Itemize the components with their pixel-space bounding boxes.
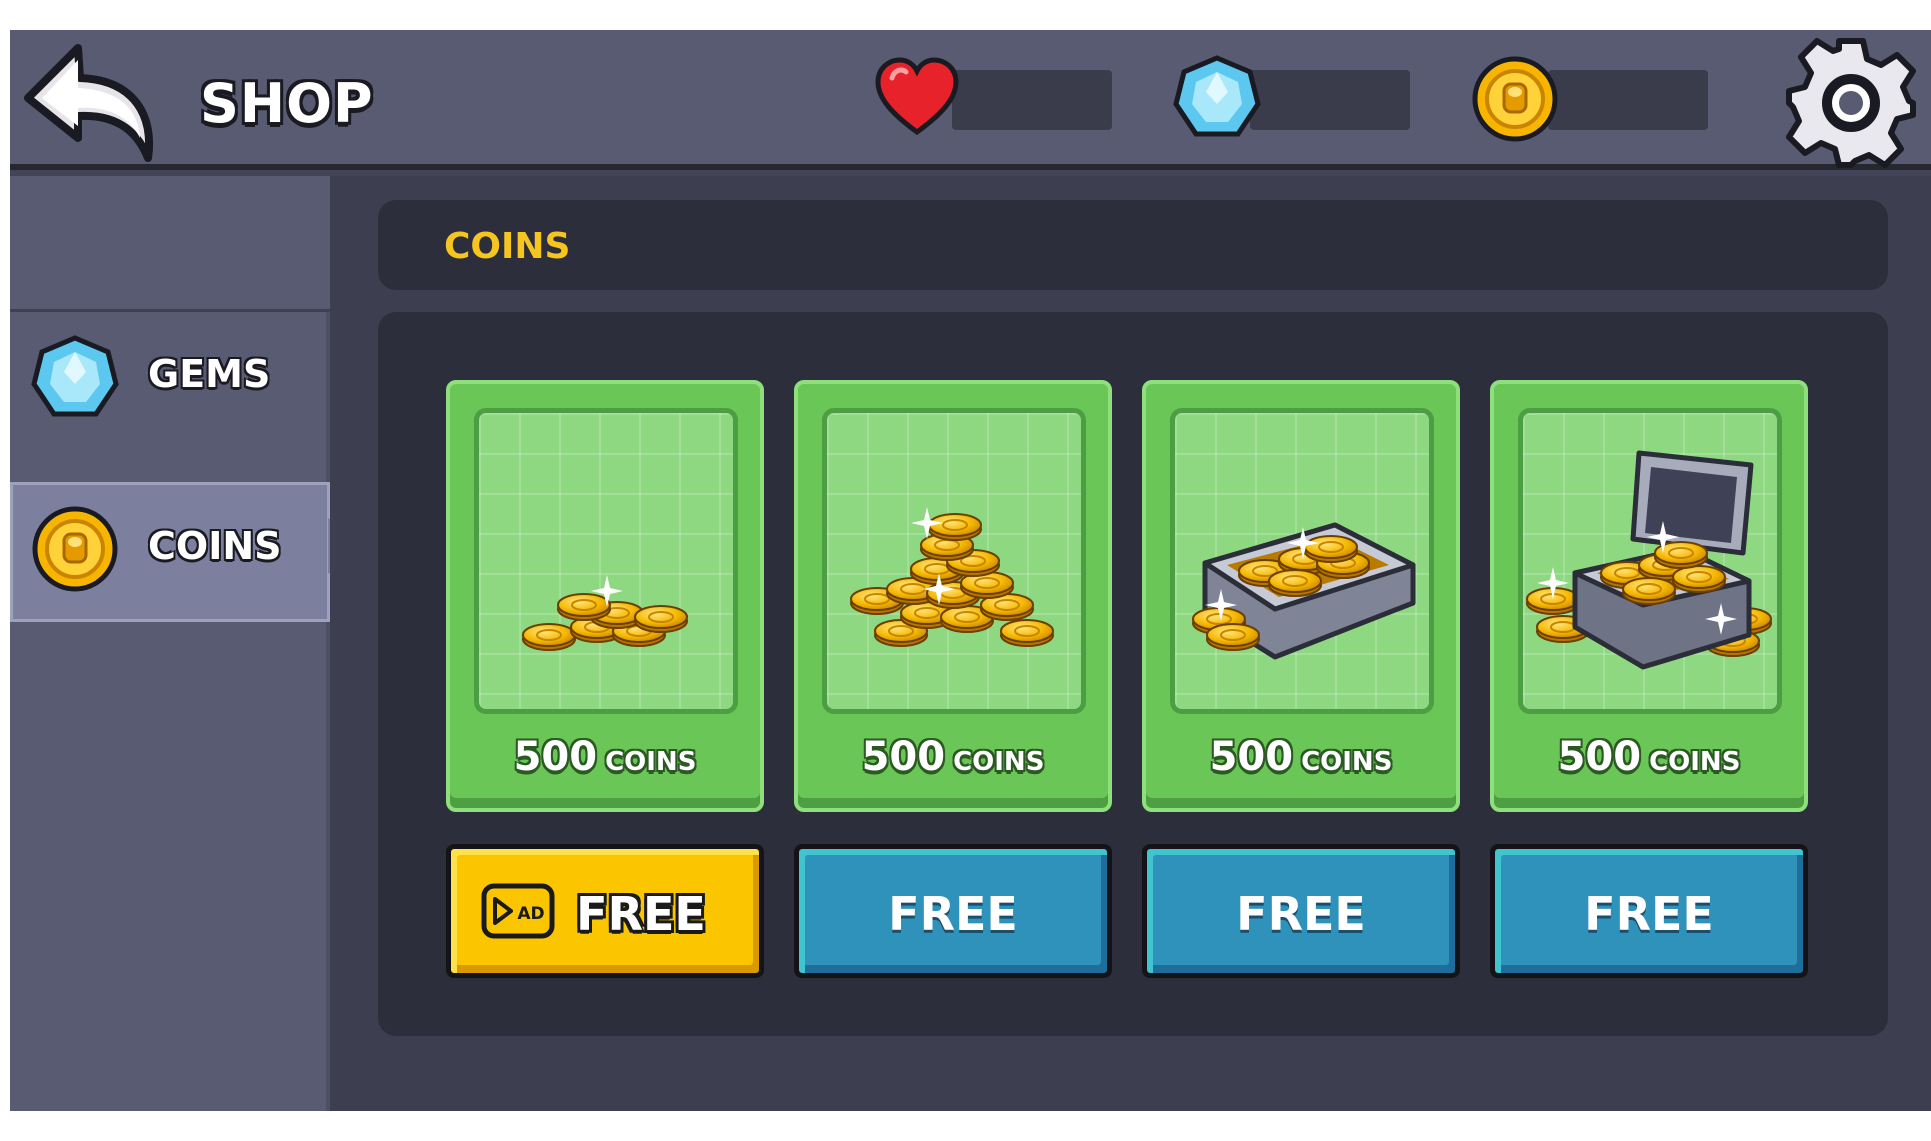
heart-icon — [872, 52, 962, 142]
button-label: FREE — [888, 887, 1018, 941]
gem-icon — [30, 334, 120, 424]
offer-card[interactable]: 500 COINS — [1490, 380, 1808, 812]
section-title: COINS — [444, 226, 571, 267]
offer-card[interactable]: 500 COINS — [794, 380, 1112, 812]
offer-amount: 500 COINS — [513, 734, 697, 780]
offer-art-frame — [1170, 408, 1434, 714]
coin-icon — [30, 504, 120, 594]
coin-tray-icon — [1192, 522, 1416, 660]
sidebar-item-gems[interactable]: GEMS — [10, 312, 330, 446]
free-button[interactable]: FREE — [1490, 844, 1808, 978]
small-coin-pile-icon — [522, 575, 688, 651]
lives-bar — [952, 70, 1112, 130]
coin-icon — [1470, 54, 1560, 144]
offer-art-frame — [474, 408, 738, 714]
settings-button[interactable] — [1780, 32, 1922, 174]
offer-amount: 500 COINS — [861, 734, 1045, 780]
offer-card[interactable]: 500 COINS — [1142, 380, 1460, 812]
back-arrow-icon — [24, 44, 153, 162]
page-title: SHOP — [200, 72, 374, 135]
offer-amount: 500 COINS — [1557, 734, 1741, 780]
game-frame: SHOP GEMS COINS COINS 500 COINS 500 COIN… — [10, 30, 1931, 1111]
gem-icon — [1172, 54, 1262, 144]
sidebar-item-label: COINS — [148, 524, 282, 568]
treasure-chest-icon — [1526, 450, 1772, 670]
gear-icon — [1786, 38, 1916, 168]
button-label: FREE — [576, 887, 706, 941]
section-header: COINS — [378, 200, 1888, 290]
button-label: FREE — [1236, 887, 1366, 941]
watch-ad-free-button[interactable]: AD FREE — [446, 844, 764, 978]
offer-amount: 500 COINS — [1209, 734, 1393, 780]
category-sidebar: GEMS COINS — [10, 176, 330, 1111]
free-button[interactable]: FREE — [1142, 844, 1460, 978]
coin-pile-icon — [850, 507, 1054, 647]
sidebar-item-label: GEMS — [148, 352, 271, 396]
offer-card[interactable]: 500 COINS — [446, 380, 764, 812]
back-button[interactable] — [18, 38, 168, 168]
offer-art-frame — [1518, 408, 1782, 714]
sidebar-item-coins[interactable]: COINS — [10, 482, 330, 622]
coins-bar — [1548, 70, 1708, 130]
gems-bar — [1250, 70, 1410, 130]
free-button[interactable]: FREE — [794, 844, 1112, 978]
sidebar-spacer — [10, 176, 330, 312]
offer-art-frame — [822, 408, 1086, 714]
button-label: FREE — [1584, 887, 1714, 941]
top-bar: SHOP — [10, 30, 1931, 170]
